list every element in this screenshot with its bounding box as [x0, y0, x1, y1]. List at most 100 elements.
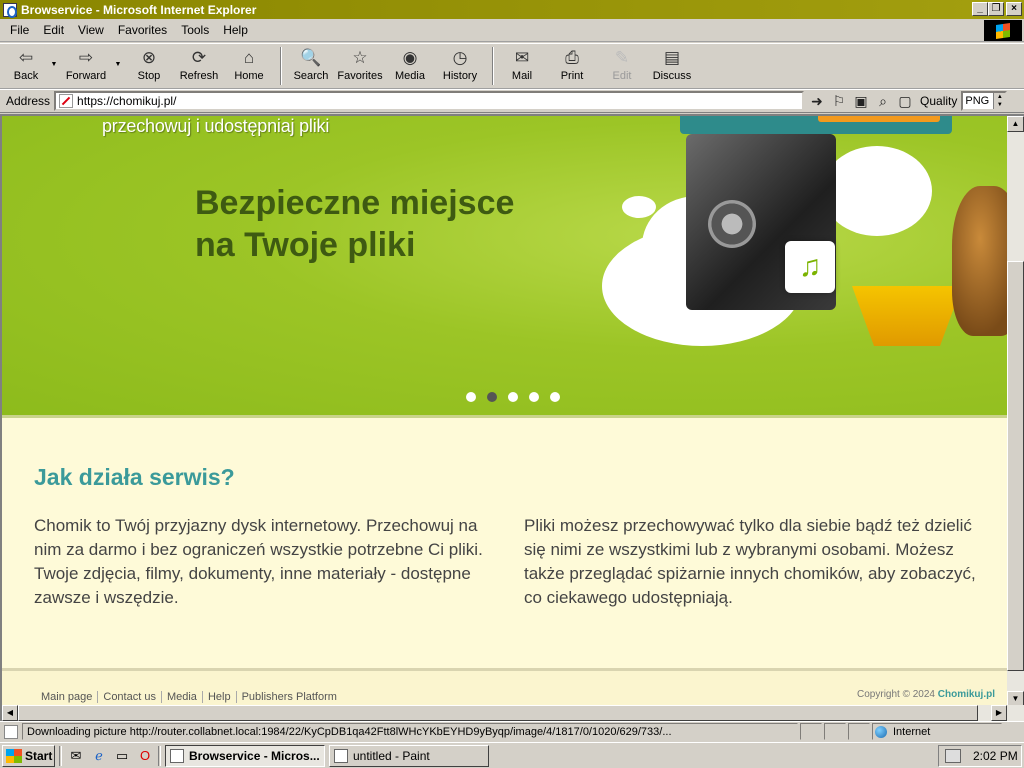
quality-spin-icon[interactable]: ▲ ▼: [993, 93, 1006, 109]
vertical-scroll-thumb[interactable]: [1007, 261, 1024, 671]
edit-icon: ✎: [614, 48, 630, 67]
toolbar-separator: [280, 47, 282, 85]
screenshot-icon[interactable]: ▣: [852, 92, 870, 110]
media-icon: ◉: [402, 48, 418, 67]
edit-button: ✎ Edit: [600, 44, 644, 88]
stop-label: Stop: [137, 70, 161, 82]
refresh-icon: ⟳: [191, 48, 207, 67]
menu-edit[interactable]: Edit: [36, 23, 71, 37]
menu-favorites[interactable]: Favorites: [111, 23, 174, 37]
page-loading-icon: [4, 724, 18, 739]
scroll-right-icon[interactable]: ▶: [991, 705, 1007, 721]
carousel-dots: [466, 392, 560, 402]
footer-link-publishers[interactable]: Publishers Platform: [237, 691, 342, 703]
clock[interactable]: 2:02 PM: [973, 749, 1018, 763]
favorites-button[interactable]: ☆ Favorites: [334, 44, 386, 88]
media-label: Media: [395, 70, 425, 82]
status-pane: [800, 723, 822, 740]
media-button[interactable]: ◉ Media: [386, 44, 434, 88]
scroll-up-icon[interactable]: ▲: [1007, 116, 1024, 132]
ie-quicklaunch-icon[interactable]: ℯ: [90, 747, 108, 765]
menu-help[interactable]: Help: [216, 23, 255, 37]
how-it-works-section: Jak działa serwis? Chomik to Twój przyja…: [2, 418, 1007, 668]
minimize-button[interactable]: _: [972, 2, 988, 16]
discuss-button[interactable]: ▤ Discuss: [644, 44, 700, 88]
hero-banner: przechowuj i udostępniaj pliki Bezpieczn…: [2, 116, 1007, 418]
task-label: Browservice - Micros...: [189, 748, 320, 763]
scroll-left-icon[interactable]: ◀: [2, 705, 18, 721]
windows-flag-icon: [6, 748, 22, 763]
address-input[interactable]: [77, 94, 778, 108]
task-browservice[interactable]: Browservice - Micros...: [165, 744, 325, 767]
quality-selector[interactable]: PNG ▲ ▼: [961, 91, 1008, 111]
menu-file[interactable]: File: [3, 23, 36, 37]
zone-label: Internet: [893, 725, 931, 738]
stop-button[interactable]: ⊗ Stop: [124, 44, 174, 88]
hero-title-line1: Bezpieczne miejsce: [195, 184, 515, 222]
ie-task-icon: [170, 748, 184, 763]
clipboard-icon[interactable]: ▢: [896, 92, 914, 110]
close-button[interactable]: ×: [1006, 2, 1022, 16]
refresh-button[interactable]: ⟳ Refresh: [174, 44, 224, 88]
menu-view[interactable]: View: [71, 23, 111, 37]
copyright: Copyright © 2024 Chomikuj.pl: [857, 689, 995, 700]
footer-link-main-page[interactable]: Main page: [36, 691, 99, 703]
maximize-button[interactable]: ❐: [988, 2, 1004, 16]
vertical-scrollbar[interactable]: ▲ ▼: [1007, 116, 1024, 707]
forward-dropdown-icon[interactable]: ▼: [112, 44, 124, 68]
back-dropdown-icon[interactable]: ▼: [48, 44, 60, 68]
quicklaunch-separator: [59, 745, 62, 766]
mail-icon: ✉: [514, 48, 530, 67]
carousel-dot[interactable]: [550, 392, 560, 402]
opera-icon[interactable]: O: [136, 747, 154, 765]
login-bar[interactable]: [680, 116, 952, 134]
horizontal-scrollbar[interactable]: ◀ ▶: [2, 705, 1024, 721]
menu-tools[interactable]: Tools: [174, 23, 216, 37]
wheelbarrow-image: [852, 286, 962, 346]
address-field[interactable]: [54, 91, 805, 111]
home-button[interactable]: ⌂ Home: [224, 44, 274, 88]
quicklaunch-separator: [158, 745, 161, 766]
back-label: Back: [13, 70, 39, 82]
hero-title: Bezpieczne miejsce na Twoje pliki: [195, 182, 514, 266]
carousel-dot[interactable]: [466, 392, 476, 402]
carousel-dot[interactable]: [508, 392, 518, 402]
page-icon: [59, 94, 74, 108]
mail-button[interactable]: ✉ Mail: [500, 44, 544, 88]
back-button[interactable]: ⇦ Back: [4, 44, 48, 88]
window-titlebar: Browservice - Microsoft Internet Explore…: [0, 0, 1024, 19]
start-button[interactable]: Start: [2, 744, 55, 767]
footer-link-media[interactable]: Media: [162, 691, 203, 703]
carousel-dot[interactable]: [529, 392, 539, 402]
favorites-label: Favorites: [337, 70, 383, 82]
history-button[interactable]: ◷ History: [434, 44, 486, 88]
find-icon[interactable]: ⌕: [874, 92, 892, 110]
print-button[interactable]: ⎙ Print: [544, 44, 600, 88]
discuss-label: Discuss: [652, 70, 692, 82]
forward-button[interactable]: ⇨ Forward: [60, 44, 112, 88]
footer-link-contact[interactable]: Contact us: [98, 691, 162, 703]
go-arrow-icon[interactable]: ➜: [808, 92, 826, 110]
brand-link[interactable]: Chomikuj.pl: [938, 689, 995, 700]
globe-icon: [875, 725, 887, 738]
desktop-icon[interactable]: ▭: [113, 747, 131, 765]
task-paint[interactable]: untitled - Paint: [329, 744, 489, 767]
favorites-icon: ☆: [352, 48, 368, 67]
carousel-dot-active[interactable]: [487, 392, 497, 402]
search-icon: 🔍: [300, 48, 322, 67]
bookmark-icon[interactable]: ⚐: [830, 92, 848, 110]
footer-link-help[interactable]: Help: [203, 691, 237, 703]
search-button[interactable]: 🔍 Search: [288, 44, 334, 88]
hero-title-line2: na Twoje pliki: [195, 226, 416, 264]
print-icon: ⎙: [565, 48, 579, 67]
music-file-icon: ♫: [785, 241, 835, 293]
page-footer: Main page Contact us Media Help Publishe…: [2, 668, 1007, 707]
outlook-icon[interactable]: ✉: [67, 747, 85, 765]
address-tools: ➜ ⚐ ▣ ⌕ ▢: [808, 92, 914, 110]
horizontal-scroll-thumb[interactable]: [18, 705, 978, 721]
window-controls: _ ❐ ×: [972, 2, 1022, 16]
start-label: Start: [25, 748, 53, 763]
copyright-text: Copyright © 2024: [857, 689, 935, 700]
network-icon[interactable]: [945, 749, 961, 763]
forward-label: Forward: [65, 70, 107, 82]
